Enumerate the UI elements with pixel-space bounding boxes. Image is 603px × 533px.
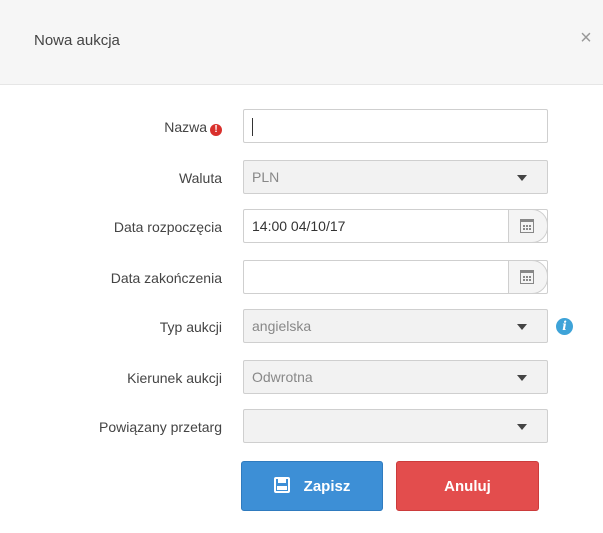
end-date-calendar-button[interactable]	[508, 260, 548, 294]
name-input[interactable]	[244, 110, 547, 142]
related-tender-label: Powiązany przetarg	[99, 419, 222, 435]
start-date-row: Data rozpoczęcia	[0, 209, 603, 245]
save-button-label: Zapisz	[303, 478, 351, 495]
end-date-row: Data zakończenia	[0, 260, 603, 296]
close-icon[interactable]: ×	[575, 27, 597, 49]
exclamation-icon: !	[210, 124, 222, 136]
calendar-icon	[520, 219, 534, 233]
related-tender-row: Powiązany przetarg	[0, 409, 603, 445]
auction-type-row: Typ aukcji angielska i	[0, 309, 603, 345]
start-date-calendar-button[interactable]	[508, 209, 548, 243]
related-tender-dropdown-button[interactable]	[501, 410, 547, 442]
info-icon[interactable]: i	[556, 318, 573, 335]
currency-value: PLN	[252, 169, 280, 185]
direction-value: Odwrotna	[252, 369, 313, 385]
chevron-down-icon	[517, 424, 527, 430]
start-date-input[interactable]	[244, 210, 520, 242]
currency-row: Waluta PLN	[0, 160, 603, 196]
auction-type-label: Typ aukcji	[159, 319, 222, 335]
end-date-field[interactable]	[243, 260, 548, 294]
text-cursor	[252, 118, 253, 136]
cancel-button[interactable]: Anuluj	[396, 461, 539, 511]
currency-select[interactable]: PLN	[243, 160, 548, 194]
auction-type-dropdown-button[interactable]	[501, 310, 547, 342]
chevron-down-icon	[517, 175, 527, 181]
calendar-icon	[520, 270, 534, 284]
direction-label: Kierunek aukcji	[127, 370, 222, 386]
start-date-label: Data rozpoczęcia	[113, 219, 222, 235]
end-date-label: Data zakończenia	[110, 270, 222, 286]
name-label: Nazwa!	[164, 109, 222, 145]
save-button[interactable]: Zapisz	[241, 461, 383, 511]
dialog-body: Nazwa! Waluta PLN Data rozpoczęcia Data	[0, 85, 603, 533]
end-date-input[interactable]	[244, 261, 520, 293]
cancel-button-label: Anuluj	[444, 478, 491, 495]
related-tender-select[interactable]	[243, 409, 548, 443]
name-field[interactable]	[243, 109, 548, 143]
dialog-header: Nowa aukcja ×	[0, 0, 603, 85]
start-date-field[interactable]	[243, 209, 548, 243]
chevron-down-icon	[517, 375, 527, 381]
auction-type-value: angielska	[252, 318, 312, 334]
direction-dropdown-button[interactable]	[501, 361, 547, 393]
auction-type-select[interactable]: angielska	[243, 309, 548, 343]
direction-select[interactable]: Odwrotna	[243, 360, 548, 394]
currency-label: Waluta	[178, 170, 222, 186]
currency-dropdown-button[interactable]	[501, 161, 547, 193]
chevron-down-icon	[517, 324, 527, 330]
direction-row: Kierunek aukcji Odwrotna	[0, 360, 603, 396]
floppy-disk-icon	[273, 477, 290, 493]
new-auction-dialog: Nowa aukcja × Nazwa! Waluta PLN Data roz…	[0, 0, 603, 533]
dialog-title: Nowa aukcja	[34, 32, 120, 49]
name-row: Nazwa!	[0, 109, 603, 145]
